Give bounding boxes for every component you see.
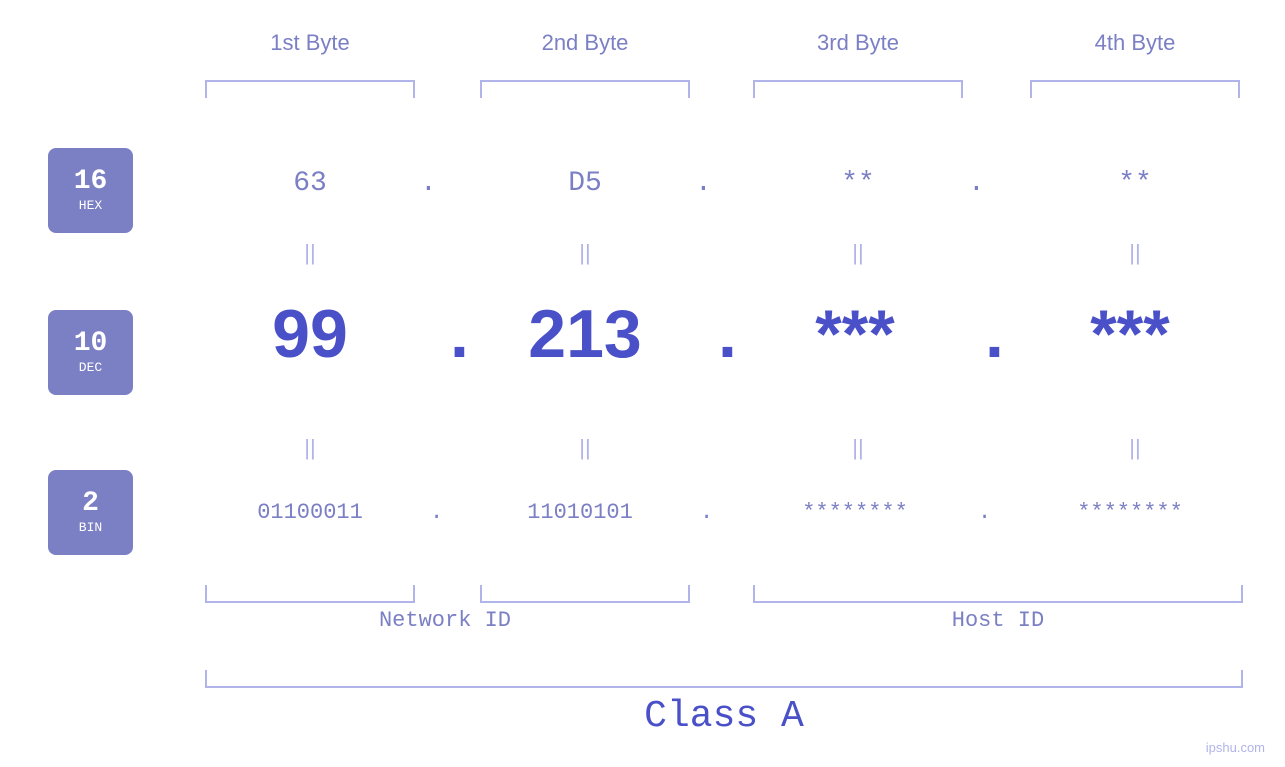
- bracket-top-col4: [1030, 80, 1240, 98]
- bin-sep-3: .: [978, 500, 991, 525]
- eq1-hex-dec: ||: [205, 240, 415, 266]
- bracket-bottom-col1: [205, 585, 415, 603]
- dec-badge: 10 DEC: [48, 310, 133, 395]
- hex-base-label: HEX: [79, 198, 102, 213]
- dec-val-1: 99: [185, 295, 435, 373]
- hex-val-1: 63: [205, 168, 415, 199]
- col4-header: 4th Byte: [1030, 30, 1240, 56]
- network-id-label: Network ID: [205, 608, 685, 633]
- eq1-dec-bin: ||: [205, 435, 415, 461]
- hex-sep-2: .: [695, 168, 712, 199]
- watermark: ipshu.com: [1206, 740, 1265, 755]
- bin-val-2: 11010101: [465, 500, 695, 525]
- bin-sep-1: .: [430, 500, 443, 525]
- bracket-top-col3: [753, 80, 963, 98]
- class-a-label: Class A: [205, 695, 1243, 738]
- bracket-top-col1: [205, 80, 415, 98]
- bin-badge: 2 BIN: [48, 470, 133, 555]
- hex-val-2: D5: [480, 168, 690, 199]
- bin-base-label: BIN: [79, 520, 102, 535]
- host-id-label: Host ID: [753, 608, 1243, 633]
- dec-val-3: ***: [730, 295, 980, 373]
- dec-base-number: 10: [74, 330, 108, 358]
- bracket-top-col2: [480, 80, 690, 98]
- bin-val-3: ********: [740, 500, 970, 525]
- bin-sep-2: .: [700, 500, 713, 525]
- eq4-hex-dec: ||: [1030, 240, 1240, 266]
- eq4-dec-bin: ||: [1030, 435, 1240, 461]
- dec-val-4: ***: [1000, 295, 1260, 373]
- col1-header: 1st Byte: [205, 30, 415, 56]
- bracket-bottom-full: [205, 670, 1243, 688]
- eq3-hex-dec: ||: [753, 240, 963, 266]
- main-container: 1st Byte 2nd Byte 3rd Byte 4th Byte 16 H…: [0, 0, 1285, 767]
- bin-val-4: ********: [1015, 500, 1245, 525]
- col3-header: 3rd Byte: [753, 30, 963, 56]
- dec-base-label: DEC: [79, 360, 102, 375]
- bin-val-1: 01100011: [195, 500, 425, 525]
- hex-sep-1: .: [420, 168, 437, 199]
- bracket-bottom-host: [753, 585, 1243, 603]
- hex-badge: 16 HEX: [48, 148, 133, 233]
- hex-sep-3: .: [968, 168, 985, 199]
- eq2-hex-dec: ||: [480, 240, 690, 266]
- bracket-bottom-col2: [480, 585, 690, 603]
- eq2-dec-bin: ||: [480, 435, 690, 461]
- col2-header: 2nd Byte: [480, 30, 690, 56]
- eq3-dec-bin: ||: [753, 435, 963, 461]
- hex-val-3: **: [753, 168, 963, 199]
- dec-val-2: 213: [460, 295, 710, 373]
- hex-val-4: **: [1030, 168, 1240, 199]
- bin-base-number: 2: [82, 490, 99, 518]
- hex-base-number: 16: [74, 168, 108, 196]
